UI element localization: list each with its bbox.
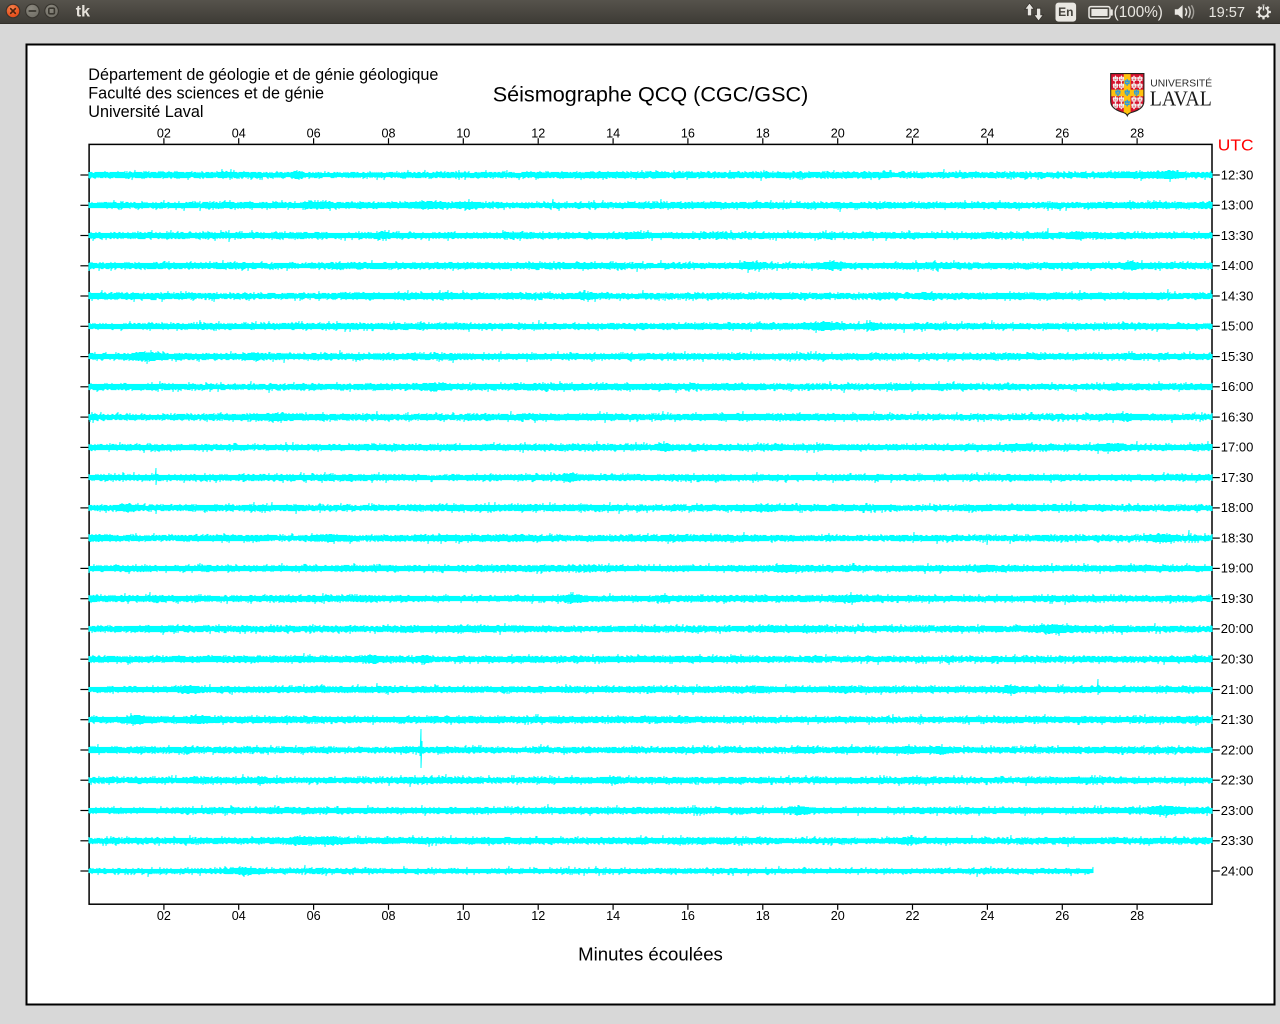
svg-text:20:00: 20:00 (1221, 621, 1254, 636)
svg-text:13:30: 13:30 (1221, 228, 1254, 243)
svg-text:LAVAL: LAVAL (1150, 87, 1212, 111)
svg-text:19:57: 19:57 (1209, 5, 1246, 21)
svg-text:En: En (1058, 5, 1073, 19)
svg-text:16: 16 (681, 126, 695, 140)
svg-text:02: 02 (157, 909, 171, 923)
svg-text:18: 18 (756, 126, 770, 140)
svg-text:17:30: 17:30 (1221, 470, 1254, 485)
svg-text:16: 16 (681, 909, 695, 923)
svg-text:Séismographe QCQ (CGC/GSC): Séismographe QCQ (CGC/GSC) (493, 82, 809, 107)
svg-text:15:30: 15:30 (1221, 349, 1254, 364)
svg-text:19:00: 19:00 (1221, 561, 1254, 576)
svg-text:tk: tk (76, 4, 90, 21)
svg-text:02: 02 (157, 126, 171, 140)
svg-text:14:00: 14:00 (1221, 258, 1254, 273)
svg-text:24: 24 (980, 909, 994, 923)
svg-text:19:30: 19:30 (1221, 591, 1254, 606)
svg-text:22:30: 22:30 (1221, 773, 1254, 788)
svg-text:18:00: 18:00 (1221, 500, 1254, 515)
svg-text:18: 18 (756, 909, 770, 923)
svg-text:14: 14 (606, 909, 620, 923)
svg-text:08: 08 (381, 909, 395, 923)
svg-text:26: 26 (1055, 909, 1069, 923)
svg-text:23:30: 23:30 (1221, 833, 1254, 848)
svg-text:23:00: 23:00 (1221, 803, 1254, 818)
svg-text:28: 28 (1130, 126, 1144, 140)
svg-text:10: 10 (456, 909, 470, 923)
svg-text:06: 06 (307, 909, 321, 923)
svg-text:12: 12 (531, 909, 545, 923)
svg-text:Faculté des sciences et de gén: Faculté des sciences et de génie (88, 85, 324, 103)
svg-text:Université Laval: Université Laval (88, 103, 203, 121)
svg-text:12: 12 (531, 126, 545, 140)
svg-text:17:00: 17:00 (1221, 440, 1254, 455)
svg-text:(100%): (100%) (1114, 4, 1163, 21)
svg-text:16:30: 16:30 (1221, 409, 1254, 424)
svg-text:26: 26 (1055, 126, 1069, 140)
svg-text:08: 08 (381, 126, 395, 140)
svg-text:24: 24 (980, 126, 994, 140)
svg-text:UTC: UTC (1218, 138, 1254, 155)
svg-text:20: 20 (831, 909, 845, 923)
svg-text:20: 20 (831, 126, 845, 140)
svg-text:12:30: 12:30 (1221, 167, 1254, 182)
svg-text:18:30: 18:30 (1221, 530, 1254, 545)
svg-text:24:00: 24:00 (1221, 863, 1254, 878)
svg-text:16:00: 16:00 (1221, 379, 1254, 394)
svg-text:13:00: 13:00 (1221, 198, 1254, 213)
svg-text:20:30: 20:30 (1221, 652, 1254, 667)
svg-text:21:00: 21:00 (1221, 682, 1254, 697)
svg-text:22:00: 22:00 (1221, 742, 1254, 757)
svg-text:04: 04 (232, 909, 246, 923)
svg-text:Département de géologie et de: Département de géologie et de génie géol… (88, 66, 438, 84)
svg-text:06: 06 (307, 126, 321, 140)
svg-text:04: 04 (232, 126, 246, 140)
svg-text:28: 28 (1130, 909, 1144, 923)
svg-text:22: 22 (905, 126, 919, 140)
svg-text:22: 22 (905, 909, 919, 923)
svg-text:21:30: 21:30 (1221, 712, 1254, 727)
svg-text:10: 10 (456, 126, 470, 140)
svg-text:15:00: 15:00 (1221, 319, 1254, 334)
svg-text:14: 14 (606, 126, 620, 140)
svg-text:Minutes écoulées: Minutes écoulées (578, 943, 723, 964)
svg-text:14:30: 14:30 (1221, 288, 1254, 303)
